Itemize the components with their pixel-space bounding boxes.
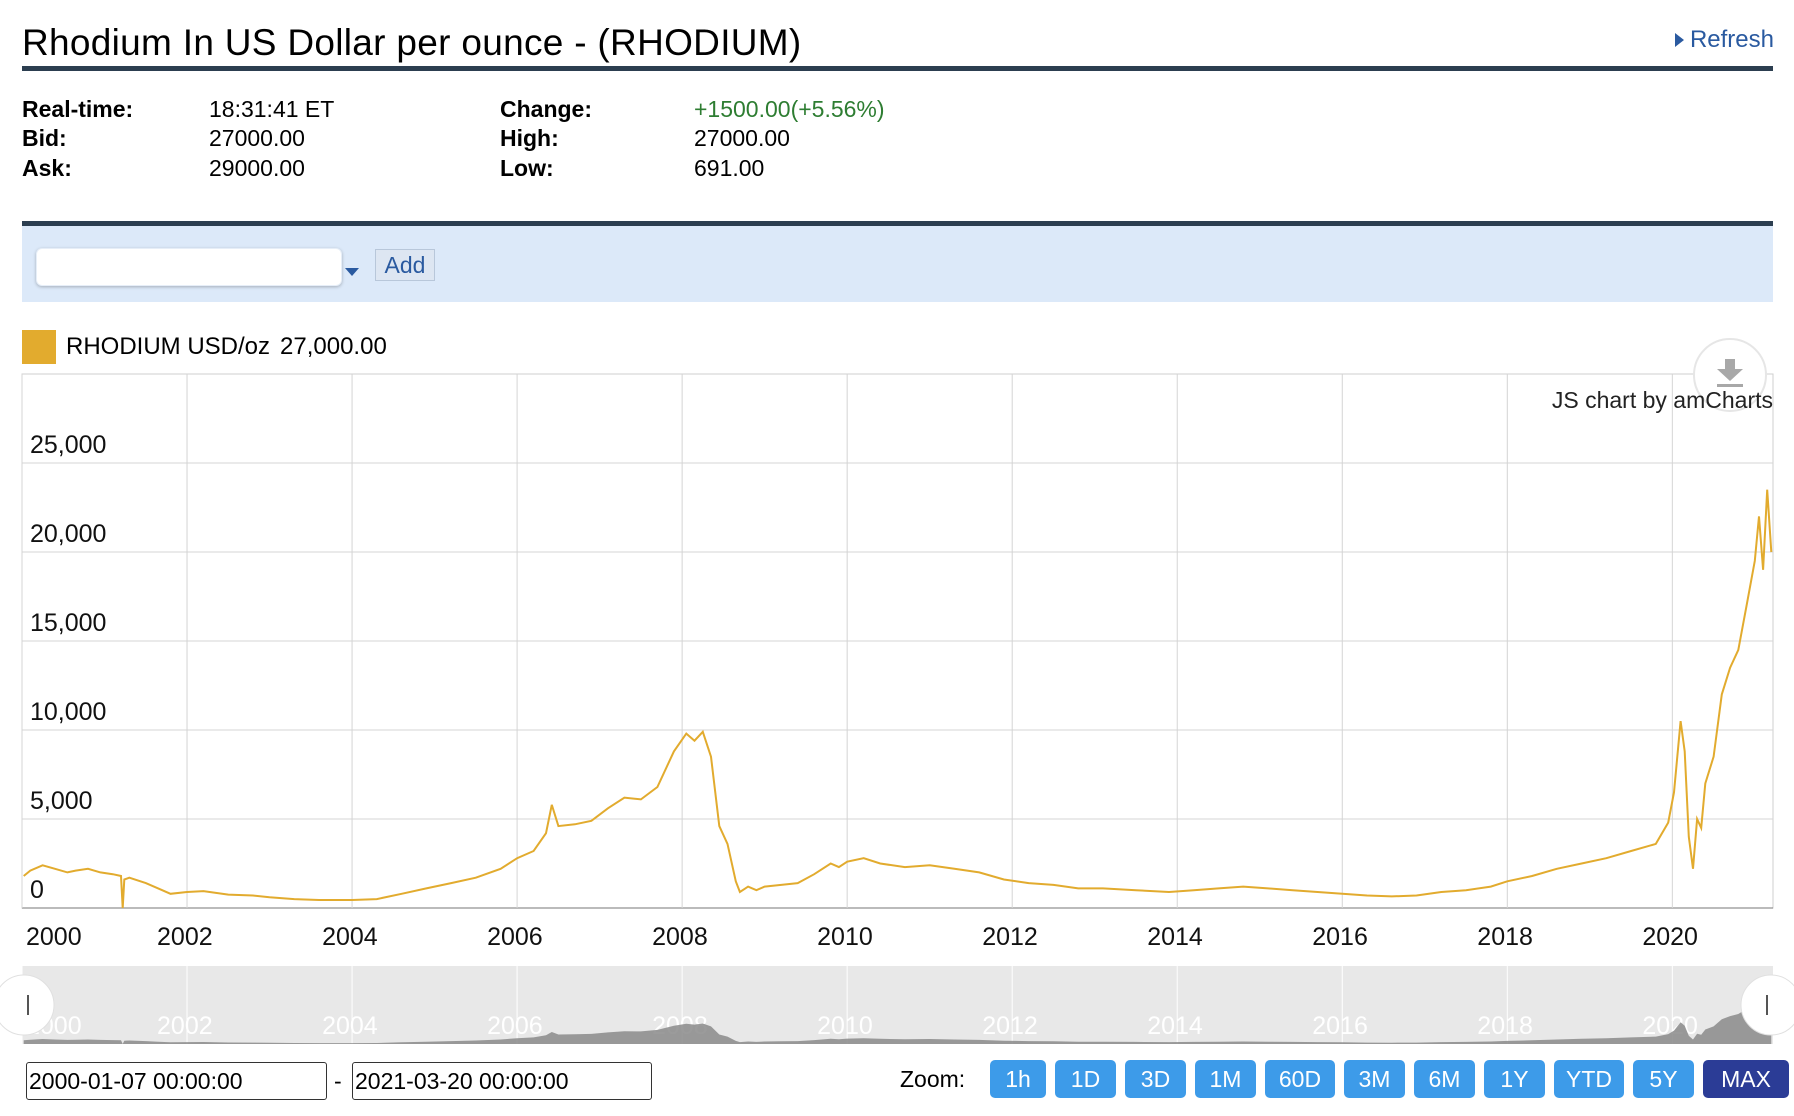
zoom-button-60d[interactable]: 60D	[1265, 1060, 1335, 1098]
y-tick-label: 5,000	[30, 787, 93, 815]
y-tick-label: 0	[30, 876, 44, 904]
zoom-button-1d[interactable]: 1D	[1055, 1060, 1116, 1098]
x-tick-label: 2006	[487, 923, 543, 951]
x-tick-label: 2018	[1477, 923, 1533, 951]
navigator-tick-label: 2014	[1147, 1012, 1203, 1040]
x-tick-label: 2004	[322, 923, 378, 951]
x-tick-label: 2012	[982, 923, 1038, 951]
zoom-button-1m[interactable]: 1M	[1195, 1060, 1256, 1098]
range-start-input[interactable]	[26, 1062, 327, 1100]
navigator-tick-label: 2004	[322, 1012, 378, 1040]
chart-grid	[21, 373, 1774, 909]
y-tick-label: 15,000	[30, 609, 106, 637]
zoom-button-1y[interactable]: 1Y	[1484, 1060, 1545, 1098]
zoom-button-3m[interactable]: 3M	[1344, 1060, 1405, 1098]
navigator-handle-right[interactable]	[1740, 974, 1794, 1036]
x-tick-label: 2020	[1642, 923, 1698, 951]
chart-credit: JS chart by amCharts	[1552, 387, 1773, 413]
navigator-tick-label: 2006	[487, 1012, 543, 1040]
x-tick-label: 2014	[1147, 923, 1203, 951]
navigator-tick-label: 2010	[817, 1012, 873, 1040]
navigator-tick-label: 2012	[982, 1012, 1038, 1040]
y-tick-label: 10,000	[30, 698, 106, 726]
x-tick-label: 2008	[652, 923, 708, 951]
zoom-button-1h[interactable]: 1h	[990, 1060, 1046, 1098]
navigator-tick-label: 2002	[157, 1012, 213, 1040]
navigator-tick-label: 2016	[1312, 1012, 1368, 1040]
price-chart[interactable]: 05,00010,00015,00020,00025,000 2000 2002 2…	[0, 0, 1794, 1116]
x-tick-label: 2016	[1312, 923, 1368, 951]
scrollbar-navigator: 2000200220042006200820102012201420162018…	[0, 966, 1794, 1044]
x-tick-label: 2000	[26, 923, 82, 951]
zoom-button-6m[interactable]: 6M	[1414, 1060, 1475, 1098]
zoom-button-5y[interactable]: 5Y	[1633, 1060, 1694, 1098]
range-end-input[interactable]	[352, 1062, 652, 1100]
y-tick-label: 25,000	[30, 431, 106, 459]
zoom-button-max[interactable]: MAX	[1703, 1060, 1789, 1098]
range-separator: -	[334, 1068, 342, 1094]
y-tick-label: 20,000	[30, 520, 106, 548]
x-axis-labels: 2000 2002 2004 2006 2008 2010 2012 2014 2016 2018…	[26, 923, 1698, 951]
zoom-button-ytd[interactable]: YTD	[1554, 1060, 1624, 1098]
zoom-label: Zoom:	[900, 1066, 966, 1092]
x-tick-label: 2002	[157, 923, 213, 951]
x-tick-label: 2010	[817, 923, 873, 951]
navigator-handle-left[interactable]	[0, 974, 55, 1036]
navigator-tick-label: 2018	[1477, 1012, 1533, 1040]
zoom-button-3d[interactable]: 3D	[1125, 1060, 1186, 1098]
